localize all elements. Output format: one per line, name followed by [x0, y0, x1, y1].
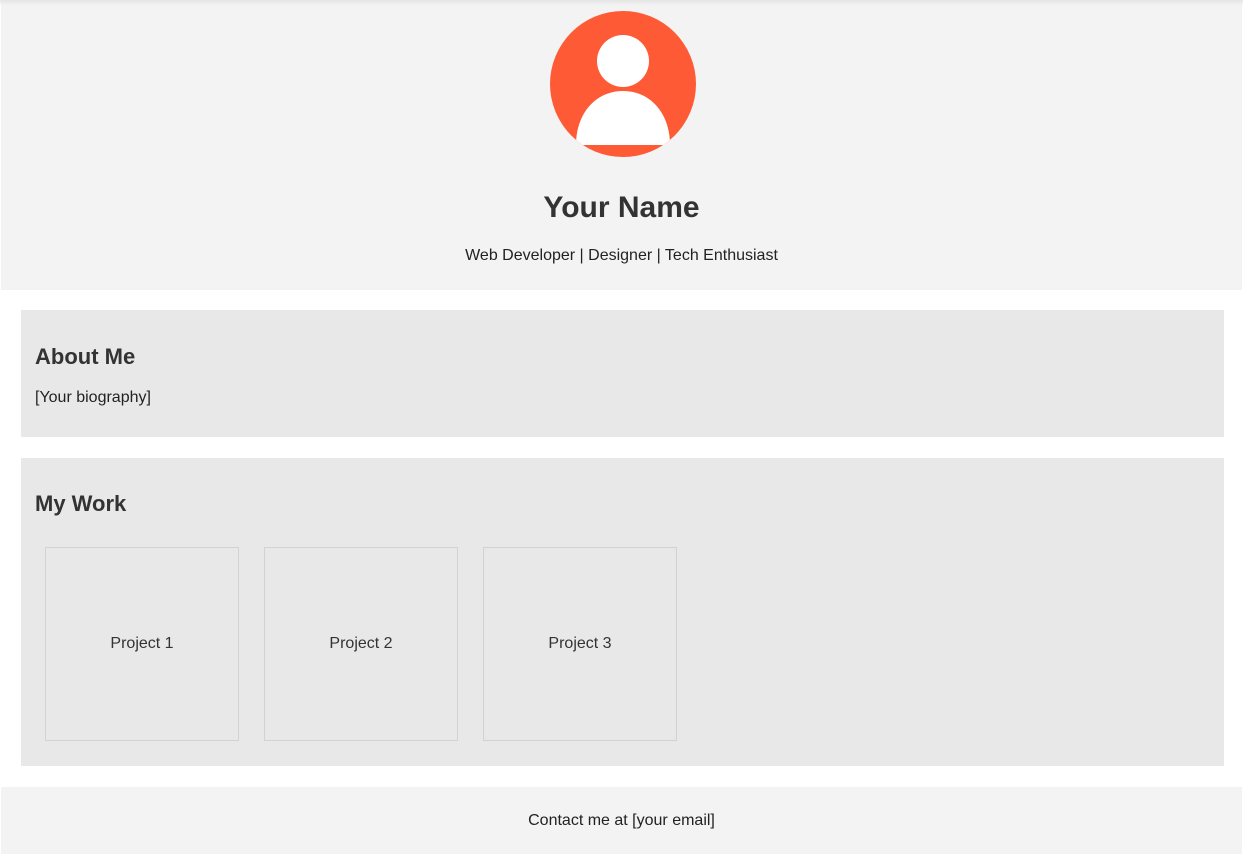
profile-tagline: Web Developer | Designer | Tech Enthusia…	[465, 247, 778, 264]
project-label: Project 1	[110, 635, 174, 652]
project-card-2[interactable]: Project 2	[264, 547, 458, 741]
work-heading: My Work	[35, 491, 127, 516]
contact-footer: Contact me at [your email]	[1, 787, 1242, 854]
about-biography: [Your biography]	[35, 389, 151, 406]
work-section: My Work Project 1 Project 2 Project 3	[21, 458, 1224, 766]
project-label: Project 2	[329, 635, 393, 652]
profile-header: Your Name Web Developer | Designer | Tec…	[1, 0, 1242, 290]
project-card-1[interactable]: Project 1	[45, 547, 239, 741]
top-shadow	[0, 0, 1243, 6]
user-avatar-icon	[550, 11, 696, 157]
about-section: About Me [Your biography]	[21, 310, 1224, 437]
project-label: Project 3	[548, 635, 612, 652]
contact-text: Contact me at [your email]	[528, 811, 715, 829]
about-heading: About Me	[35, 344, 136, 369]
profile-name: Your Name	[543, 191, 700, 224]
project-card-3[interactable]: Project 3	[483, 547, 677, 741]
